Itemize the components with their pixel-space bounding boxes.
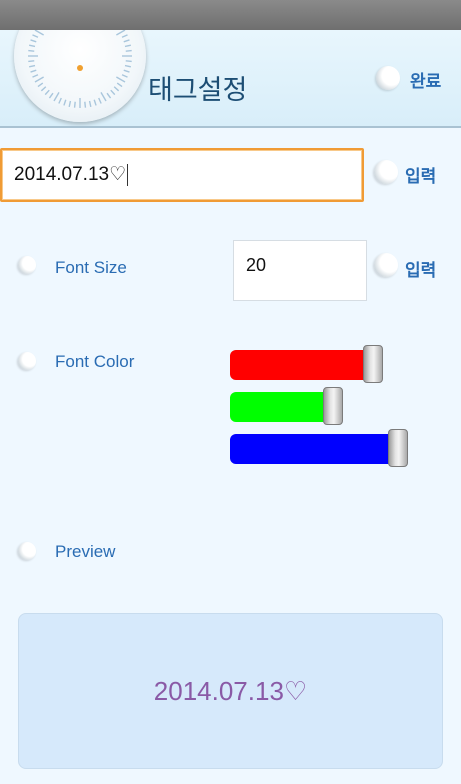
dial-tick [125,49,132,52]
dial-tick [116,30,126,36]
dial-tick [88,100,92,108]
dial-tick [30,69,37,73]
font-color-label: Font Color [55,352,135,371]
tag-submit-button[interactable]: 입력 [405,162,436,187]
green-slider[interactable] [230,387,343,425]
dial-tick [32,34,39,38]
blue-slider[interactable] [230,429,408,467]
font-size-input[interactable]: 20 [233,240,367,301]
dial-tick [121,34,128,38]
font-color-bullet-icon [18,352,36,370]
preview-label: Preview [55,542,116,561]
tag-text-input[interactable]: 2014.07.13♡ [0,148,364,202]
dial-tick [40,86,47,92]
dial-ticks [28,30,132,108]
dial-tick [93,99,97,106]
header-bar: 태그설정 완료 [0,30,461,128]
dial-tick [28,64,36,68]
dial-tick [124,64,132,68]
dial-tick [73,101,76,108]
font-size-bullet-icon [18,256,36,274]
dial-tick [116,76,126,83]
preview-bullet-icon [18,542,36,560]
dial-tick [116,82,123,88]
dial-tick [84,101,87,108]
preview-text: 2014.07.13♡ [153,676,308,706]
font-size-submit-bullet-icon[interactable] [374,253,398,277]
green-slider-thumb[interactable] [323,387,343,425]
dial-tick [34,76,44,83]
dial-tick [28,60,35,63]
dial-tick [113,86,120,92]
font-size-label: Font Size [55,258,127,277]
dial-tick [44,89,50,96]
tag-submit-bullet-icon[interactable] [374,160,398,184]
dial-tick [28,49,35,52]
clock-dial-icon [14,30,146,122]
dial-tick [123,39,130,43]
dial-tick [106,92,112,99]
dial-tick [53,92,60,102]
dial-tick [68,100,72,108]
tag-text-value: 2014.07.13♡ [14,164,127,185]
dial-tick [63,99,67,106]
dial-center-dot [77,65,83,71]
dial-tick [98,97,102,104]
dial-tick [100,92,107,102]
dial-tick [110,89,116,96]
font-size-submit-button[interactable]: 입력 [405,256,436,281]
dial-tick [30,39,37,43]
done-button[interactable]: 완료 [410,67,441,92]
red-slider[interactable] [230,345,383,383]
dial-tick [37,82,44,88]
dial-tick [34,30,44,36]
dial-tick [123,69,130,73]
red-slider-thumb[interactable] [363,345,383,383]
page-title: 태그설정 [148,75,248,106]
dial-tick [28,44,36,48]
dial-tick [32,74,39,78]
dial-tick [125,60,132,63]
text-caret [127,163,129,186]
preview-box: 2014.07.13♡ [18,613,443,769]
dial-tick [58,97,62,104]
dial-tick [124,44,132,48]
dial-tick [121,74,128,78]
done-bullet-icon[interactable] [376,66,400,90]
blue-slider-thumb[interactable] [388,429,408,467]
status-bar [0,0,461,30]
dial-tick [48,92,54,99]
